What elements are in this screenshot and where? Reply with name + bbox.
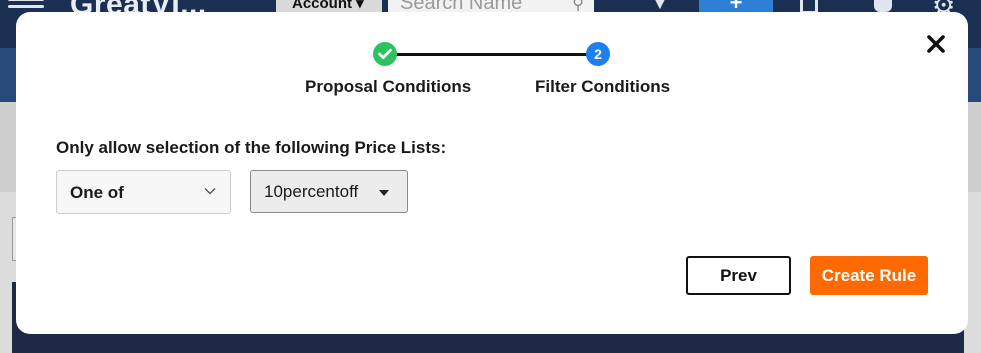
price-list-dropdown[interactable]: 10percentoff: [250, 170, 408, 213]
step-label-filter-conditions: Filter Conditions: [535, 77, 671, 96]
step-number-badge: 2: [586, 42, 610, 66]
chevron-down-icon: [204, 187, 216, 195]
filter-icon[interactable]: ▼: [652, 0, 682, 13]
price-list-dropdown-value: 10percentoff: [264, 182, 359, 201]
step-label-proposal-conditions[interactable]: Proposal Conditions: [305, 77, 471, 97]
caret-down-icon: [379, 190, 389, 196]
step-complete-check-icon[interactable]: [373, 42, 397, 66]
wizard-stepper: 2 Proposal Conditions Filter Conditions: [16, 42, 968, 112]
operator-select-value: One of: [70, 183, 124, 202]
hamburger-menu-icon[interactable]: [8, 0, 44, 12]
stepper-connector: [392, 53, 598, 56]
create-rule-button[interactable]: Create Rule: [810, 256, 928, 295]
prev-button[interactable]: Prev: [686, 256, 791, 295]
bell-icon[interactable]: [874, 0, 892, 12]
price-list-field-label: Only allow selection of the following Pr…: [56, 138, 447, 157]
create-rule-modal: 2 Proposal Conditions Filter Conditions …: [16, 12, 968, 334]
operator-select[interactable]: One of: [56, 170, 231, 214]
